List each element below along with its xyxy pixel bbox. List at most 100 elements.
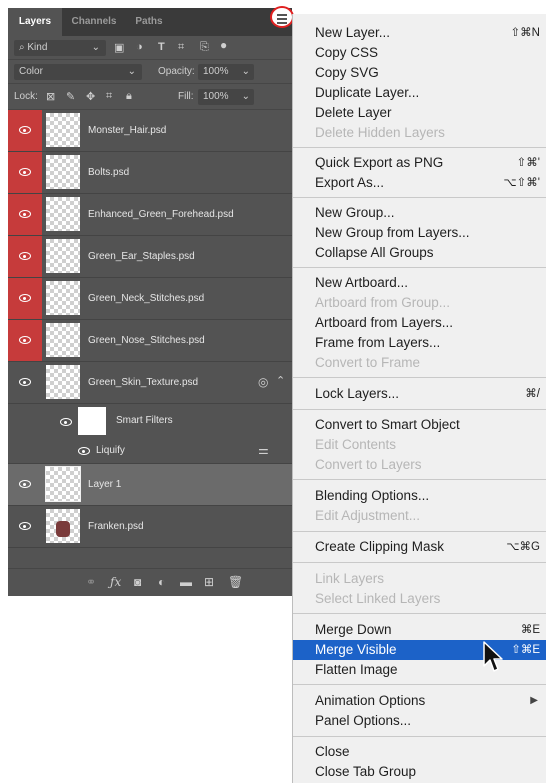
filter-kind-select[interactable]: ⌕ Kind ⌄: [14, 40, 106, 56]
fill-input[interactable]: 100% ⌄: [198, 89, 254, 105]
menu-item-export-as[interactable]: Export As... ⌥⇧⌘': [293, 173, 546, 193]
new-layer-icon[interactable]: ⊞: [204, 575, 214, 589]
layer-row[interactable]: Monster_Hair.psd: [8, 110, 292, 152]
menu-item-label: Convert to Frame: [315, 355, 421, 370]
chevron-up-icon[interactable]: ⌃: [276, 374, 285, 387]
menu-item-panel-options[interactable]: Panel Options...: [293, 711, 546, 731]
liquify-row[interactable]: Liquify ⚌: [8, 440, 292, 464]
visibility-toggle[interactable]: [8, 320, 42, 361]
folder-icon[interactable]: ▬: [180, 575, 192, 589]
tab-layers[interactable]: Layers: [8, 8, 62, 36]
filter-toggle-icon[interactable]: ●: [220, 38, 227, 52]
menu-item-animation-options[interactable]: Animation Options ▶: [293, 691, 546, 711]
adjustment-filter-icon[interactable]: ◑: [136, 41, 143, 53]
smart-filter-mask: [78, 407, 106, 435]
menu-item-collapse-all-groups[interactable]: Collapse All Groups: [293, 243, 546, 263]
menu-item-label: Quick Export as PNG: [315, 155, 444, 170]
menu-shortcut: ⌘E: [520, 624, 540, 636]
visibility-toggle[interactable]: [8, 152, 42, 193]
lock-all-icon[interactable]: 🔒︎: [126, 90, 132, 103]
menu-item-convert-to-layers: Convert to Layers: [293, 455, 546, 475]
opacity-label: Opacity:: [158, 66, 195, 77]
eye-icon[interactable]: [60, 418, 72, 426]
menu-shortcut: ⌥⇧⌘': [503, 177, 540, 189]
lock-position-icon[interactable]: ✥: [86, 90, 95, 103]
menu-item-delete-layer[interactable]: Delete Layer: [293, 103, 546, 123]
menu-item-delete-hidden-layers: Delete Hidden Layers: [293, 123, 546, 143]
menu-item-label: Collapse All Groups: [315, 245, 434, 260]
menu-divider: [293, 479, 546, 480]
menu-item-lock-layers[interactable]: Lock Layers... ⌘/: [293, 384, 546, 404]
menu-item-label: Select Linked Layers: [315, 591, 441, 606]
layer-row[interactable]: Green_Ear_Staples.psd: [8, 236, 292, 278]
panel-tab-bar: Layers Channels Paths: [8, 8, 292, 36]
menu-item-new-layer[interactable]: New Layer... ⇧⌘N: [293, 23, 546, 43]
layer-name: Layer 1: [88, 479, 122, 490]
fx-icon[interactable]: ƒx: [110, 575, 121, 589]
layer-thumbnail: [45, 466, 81, 502]
blend-mode-select[interactable]: Color ⌄: [14, 64, 142, 80]
menu-item-blending-options[interactable]: Blending Options...: [293, 486, 546, 506]
visibility-toggle[interactable]: [8, 362, 42, 403]
shape-filter-icon[interactable]: ⌗: [178, 41, 184, 54]
filter-options-icon[interactable]: ⚌: [258, 443, 269, 457]
pixel-filter-icon[interactable]: ▣: [114, 41, 124, 54]
lock-artboard-icon[interactable]: ⌗: [106, 90, 112, 103]
layer-row[interactable]: Green_Skin_Texture.psd ◎ ⌃: [8, 362, 292, 404]
menu-item-duplicate-layer[interactable]: Duplicate Layer...: [293, 83, 546, 103]
visibility-toggle[interactable]: [8, 506, 42, 547]
menu-item-new-group-from-layers[interactable]: New Group from Layers...: [293, 223, 546, 243]
layer-thumbnail: [46, 197, 80, 231]
menu-item-merge-down[interactable]: Merge Down ⌘E: [293, 620, 546, 640]
menu-item-label: Merge Visible: [315, 642, 397, 657]
menu-item-copy-svg[interactable]: Copy SVG: [293, 63, 546, 83]
tab-channels[interactable]: Channels: [64, 8, 124, 36]
visibility-toggle[interactable]: [8, 110, 42, 151]
menu-item-label: Artboard from Layers...: [315, 315, 454, 330]
menu-item-label: New Group...: [315, 205, 395, 220]
visibility-toggle[interactable]: [8, 194, 42, 235]
menu-item-new-group[interactable]: New Group...: [293, 203, 546, 223]
menu-item-close-tab-group[interactable]: Close Tab Group: [293, 762, 546, 782]
menu-item-label: New Artboard...: [315, 275, 409, 290]
link-icon[interactable]: ⚭: [86, 575, 96, 589]
layer-row[interactable]: Green_Nose_Stitches.psd: [8, 320, 292, 362]
menu-item-convert-to-smart-object[interactable]: Convert to Smart Object: [293, 415, 546, 435]
visibility-toggle[interactable]: [8, 278, 42, 319]
eye-icon[interactable]: [78, 447, 90, 455]
lock-row: Lock: ⊠ ✎ ✥ ⌗ 🔒︎ Fill: 100% ⌄: [8, 84, 292, 110]
layer-row[interactable]: Enhanced_Green_Forehead.psd: [8, 194, 292, 236]
menu-item-create-clipping-mask[interactable]: Create Clipping Mask ⌥⌘G: [293, 537, 546, 557]
trash-icon[interactable]: 🗑︎: [228, 575, 243, 589]
tab-paths[interactable]: Paths: [128, 8, 170, 36]
menu-item-artboard-from-layers[interactable]: Artboard from Layers...: [293, 313, 546, 333]
layer-row[interactable]: Franken.psd: [8, 506, 292, 548]
menu-item-quick-export-png[interactable]: Quick Export as PNG ⇧⌘': [293, 153, 546, 173]
visibility-toggle[interactable]: [8, 236, 42, 277]
smart-object-filter-icon[interactable]: ⎘: [200, 41, 209, 54]
adjustment-icon[interactable]: ◐: [158, 575, 165, 589]
layer-row[interactable]: Bolts.psd: [8, 152, 292, 194]
menu-item-new-artboard[interactable]: New Artboard...: [293, 273, 546, 293]
menu-item-label: Delete Layer: [315, 105, 392, 120]
menu-item-merge-visible[interactable]: Merge Visible ⇧⌘E: [293, 640, 546, 660]
menu-item-close[interactable]: Close: [293, 742, 546, 762]
menu-shortcut: ⇧⌘N: [510, 27, 540, 39]
smart-filters-row[interactable]: Smart Filters: [8, 404, 292, 440]
menu-item-frame-from-layers[interactable]: Frame from Layers...: [293, 333, 546, 353]
menu-item-link-layers: Link Layers: [293, 569, 546, 589]
menu-item-copy-css[interactable]: Copy CSS: [293, 43, 546, 63]
visibility-toggle[interactable]: [8, 464, 42, 505]
menu-item-flatten-image[interactable]: Flatten Image: [293, 660, 546, 680]
layer-row[interactable]: Layer 1: [8, 464, 292, 506]
opacity-input[interactable]: 100% ⌄: [198, 64, 254, 80]
panel-menu-button[interactable]: [270, 6, 294, 28]
mask-icon[interactable]: ◙: [134, 575, 141, 589]
menu-item-select-linked-layers: Select Linked Layers: [293, 589, 546, 609]
menu-item-label: Create Clipping Mask: [315, 539, 445, 554]
smart-filter-badge-icon[interactable]: ◎: [258, 375, 268, 389]
lock-brush-icon[interactable]: ✎: [66, 90, 75, 103]
type-filter-icon[interactable]: T: [158, 41, 165, 53]
lock-transparency-icon[interactable]: ⊠: [46, 90, 55, 103]
layer-row[interactable]: Green_Neck_Stitches.psd: [8, 278, 292, 320]
